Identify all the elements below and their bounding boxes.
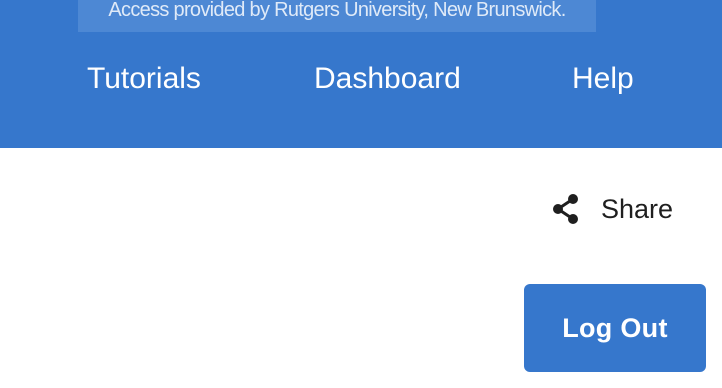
nav-link-tutorials[interactable]: Tutorials: [87, 60, 201, 98]
nav-link-dashboard[interactable]: Dashboard: [314, 60, 461, 98]
logout-button[interactable]: Log Out: [524, 284, 706, 372]
access-text: Access provided by Rutgers University, N…: [108, 0, 566, 21]
nav-link-help[interactable]: Help: [572, 60, 634, 98]
top-header: Access provided by Rutgers University, N…: [0, 0, 722, 148]
share-icon: [553, 194, 578, 224]
share-button[interactable]: Share: [548, 188, 688, 230]
page: Access provided by Rutgers University, N…: [0, 0, 722, 388]
access-banner: Access provided by Rutgers University, N…: [78, 0, 596, 32]
share-label: Share: [601, 193, 674, 224]
